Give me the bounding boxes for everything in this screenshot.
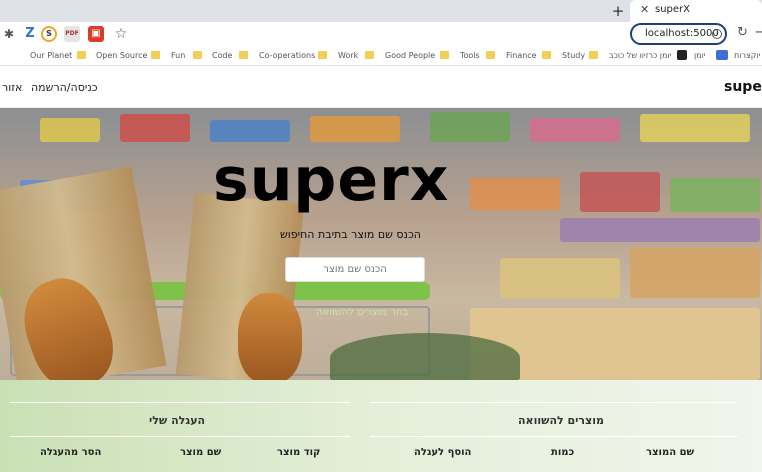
folder-icon <box>589 51 598 59</box>
site-brand[interactable]: superX <box>724 79 762 95</box>
vegetables <box>330 333 520 380</box>
site-nav: אזור כניסה/הרשמה superX <box>0 66 762 108</box>
bookmark-app-icon <box>716 50 728 60</box>
tab-title: superX <box>655 4 691 15</box>
folder-icon <box>318 51 327 59</box>
bookmark-good-people[interactable]: Good People <box>385 51 435 60</box>
hero-subtitle: הכנס שם מוצר בתיבת החיפוש <box>280 228 421 241</box>
bookmark-app-icon <box>677 50 687 60</box>
address-bar[interactable]: localhost:5000 i <box>630 23 727 45</box>
folder-icon <box>365 51 374 59</box>
col-product-name: שם המוצר <box>646 447 695 458</box>
divider <box>10 402 350 403</box>
col-remove-from-cart: הסר מהעגלה <box>40 447 102 458</box>
col-cart-product-name: שם מוצר <box>180 447 222 458</box>
cart-title: העגלה שלי <box>149 414 206 427</box>
col-product-code: קוד מוצר <box>277 447 321 458</box>
extension-pdf-icon[interactable]: PDF <box>64 26 80 42</box>
divider <box>370 402 738 403</box>
compare-products-link[interactable]: בחר מוצרים להשוואה <box>316 307 408 318</box>
compare-title: מוצרים להשוואה <box>518 414 604 427</box>
bookmark-code[interactable]: Code <box>212 51 232 60</box>
lists-panel: מוצרים להשוואה העגלה שלי שם המוצר כמות ה… <box>0 380 762 472</box>
bookmark-hebrew-2[interactable]: יומן <box>694 51 706 60</box>
bookmark-tools[interactable]: Tools <box>460 51 480 60</box>
bread-right <box>238 293 302 380</box>
nav-area-link[interactable]: אזור <box>2 81 22 94</box>
folder-icon <box>486 51 495 59</box>
col-add-to-cart: הוסף לעגלה <box>414 447 472 458</box>
hero-logo: superx <box>213 145 450 215</box>
tab-close-icon[interactable]: ✕ <box>640 3 649 16</box>
col-quantity: כמות <box>551 447 575 458</box>
bookmark-open-source[interactable]: Open Source <box>96 51 147 60</box>
nav-login-link[interactable]: כניסה/הרשמה <box>31 81 98 94</box>
bookmark-hebrew-3[interactable]: יוקצרות <box>734 51 760 60</box>
bookmark-work[interactable]: Work <box>338 51 358 60</box>
folder-icon <box>440 51 449 59</box>
star-icon[interactable]: ☆ <box>113 26 129 42</box>
puzzle-icon[interactable]: ✱ <box>1 26 17 42</box>
info-icon[interactable]: i <box>712 29 722 39</box>
folder-icon <box>151 51 160 59</box>
bookmarks-bar: Our Planet Open Source Fun Code Co-opera… <box>0 46 762 66</box>
reload-icon[interactable]: ↻ <box>737 25 748 40</box>
back-icon[interactable]: → <box>755 25 762 40</box>
bookmark-study[interactable]: Study <box>562 51 585 60</box>
browser-tabstrip: + ✕ superX <box>0 0 762 22</box>
folder-icon <box>193 51 202 59</box>
extension-s-icon[interactable]: S <box>41 26 57 42</box>
divider <box>10 436 350 437</box>
new-tab-icon[interactable]: + <box>609 2 627 20</box>
bookmark-our-planet[interactable]: Our Planet <box>30 51 72 60</box>
bookmark-hebrew-1[interactable]: יומן כרזיוו של כוכב <box>609 51 671 60</box>
url-text: localhost:5000 <box>645 28 719 39</box>
browser-toolbar: ✱ Z S PDF ▣ ☆ localhost:5000 i ↻ → <box>0 22 762 46</box>
divider <box>370 436 738 437</box>
bookmark-fun[interactable]: Fun <box>171 51 185 60</box>
folder-icon <box>542 51 551 59</box>
folder-icon <box>77 51 86 59</box>
bookmark-finance[interactable]: Finance <box>506 51 537 60</box>
extension-shield-icon[interactable]: ▣ <box>88 26 104 42</box>
search-input[interactable] <box>285 257 425 282</box>
tab-superx[interactable]: ✕ superX <box>630 0 762 22</box>
hero-section: superx הכנס שם מוצר בתיבת החיפוש בחר מוצ… <box>0 108 762 380</box>
extension-z-icon[interactable]: Z <box>22 26 38 42</box>
folder-icon <box>239 51 248 59</box>
bookmark-co-operations[interactable]: Co-operations <box>259 51 315 60</box>
